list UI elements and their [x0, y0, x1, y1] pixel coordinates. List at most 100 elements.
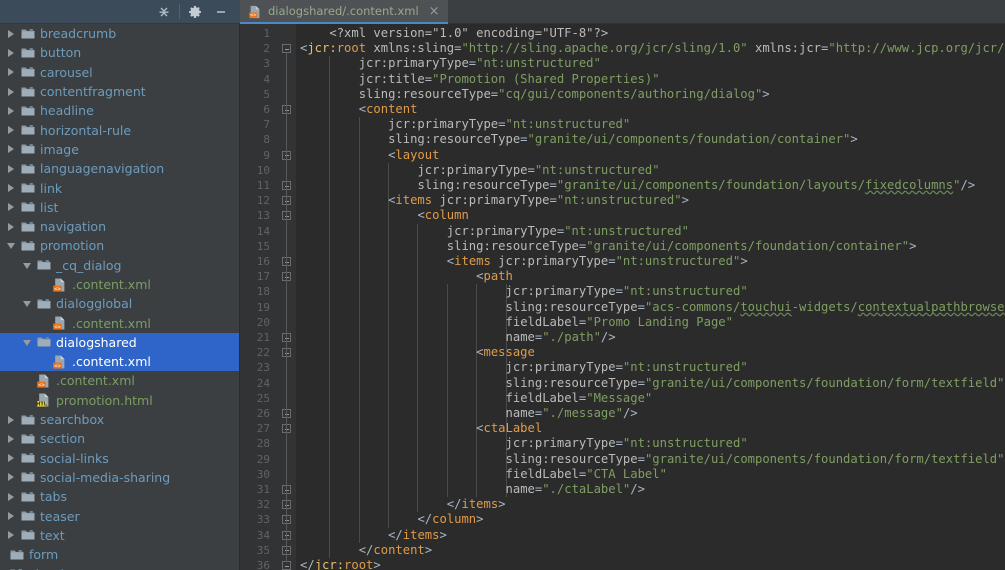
tree-folder-row[interactable]: navigation: [0, 217, 239, 236]
tree-file-row[interactable]: <> .content.xml: [0, 352, 239, 372]
editor-tab-dialogshared-content-xml[interactable]: <> dialogshared/.content.xml ×: [240, 0, 448, 24]
code-fold-toggle[interactable]: [282, 254, 293, 269]
chevron-right-icon[interactable]: [6, 414, 17, 425]
chevron-right-icon[interactable]: [6, 183, 17, 194]
code-fold-toggle[interactable]: [282, 345, 293, 360]
code-line[interactable]: sling:resourceType="acs-commons/touchui-…: [506, 300, 1005, 315]
tree-folder-row[interactable]: contentfragment: [0, 82, 239, 101]
tree-file-row[interactable]: <> .content.xml: [0, 275, 239, 294]
code-fold-toggle[interactable]: [282, 208, 293, 223]
tree-folder-row[interactable]: section: [0, 429, 239, 448]
chevron-right-icon[interactable]: [6, 472, 17, 483]
code-fold-toggle[interactable]: [282, 269, 293, 284]
code-line[interactable]: jcr:primaryType="nt:unstructured": [388, 117, 630, 132]
chevron-right-icon[interactable]: [6, 453, 17, 464]
editor-gutter[interactable]: 1 2 3 4 5 6 7 8 9 10 11 12 13 14 15 16 17 18 19 20 21 22 23 24 2…: [240, 24, 296, 570]
tree-folder-row[interactable]: form: [0, 545, 239, 564]
chevron-right-icon[interactable]: [6, 67, 17, 78]
code-line[interactable]: </content>: [359, 543, 432, 558]
tree-folder-row[interactable]: tabs: [0, 487, 239, 506]
code-editor[interactable]: 1 2 3 4 5 6 7 8 9 10 11 12 13 14 15 16 17 18 19 20 21 22 23 24 2…: [240, 24, 1005, 570]
tree-file-row[interactable]: <> .content.xml: [0, 371, 239, 390]
code-line[interactable]: fieldLabel="Promo Landing Page": [506, 315, 733, 330]
tree-folder-row[interactable]: promotion: [0, 236, 239, 255]
chevron-down-icon[interactable]: [22, 260, 33, 271]
code-fold-toggle[interactable]: [282, 512, 293, 527]
chevron-right-icon[interactable]: [6, 491, 17, 502]
code-line[interactable]: sling:resourceType="granite/ui/component…: [447, 239, 917, 254]
tree-folder-row[interactable]: social-links: [0, 449, 239, 468]
chevron-down-icon[interactable]: [22, 298, 33, 309]
tree-file-row[interactable]: HTL promotion.html: [0, 391, 239, 410]
tree-folder-row[interactable]: social-media-sharing: [0, 468, 239, 487]
tree-folder-row[interactable]: dialogshared: [0, 332, 239, 353]
code-line[interactable]: </items>: [447, 497, 506, 512]
chevron-right-icon[interactable]: [6, 47, 17, 58]
code-line[interactable]: sling:resourceType="granite/ui/component…: [506, 452, 1005, 467]
chevron-right-icon[interactable]: [6, 221, 17, 232]
code-fold-toggle[interactable]: [282, 193, 293, 208]
code-line[interactable]: </items>: [388, 528, 447, 543]
code-fold-toggle[interactable]: [282, 178, 293, 193]
code-line[interactable]: name="./message"/>: [506, 406, 638, 421]
code-fold-toggle[interactable]: [282, 406, 293, 421]
code-line[interactable]: <layout: [388, 148, 439, 163]
editor-code-area[interactable]: <?xml version="1.0" encoding="UTF-8"?> <j…: [296, 24, 1005, 570]
code-line[interactable]: sling:resourceType="granite/ui/component…: [417, 178, 975, 193]
chevron-right-icon[interactable]: [6, 86, 17, 97]
tree-folder-row[interactable]: carousel: [0, 63, 239, 82]
tree-folder-row[interactable]: teaser: [0, 506, 239, 525]
code-line[interactable]: <jcr:root xmlns:sling="http://sling.apac…: [300, 41, 1005, 56]
tree-folder-row[interactable]: structure: [0, 564, 239, 570]
code-line[interactable]: </jcr:root>: [300, 558, 381, 570]
code-fold-toggle[interactable]: [282, 102, 293, 117]
code-line[interactable]: <content: [359, 102, 418, 117]
chevron-right-icon[interactable]: [6, 530, 17, 541]
chevron-down-icon[interactable]: [6, 240, 17, 251]
collapse-all-button[interactable]: [151, 1, 177, 23]
tree-folder-row[interactable]: breadcrumb: [0, 24, 239, 43]
tree-folder-row[interactable]: _cq_dialog: [0, 256, 239, 275]
chevron-right-icon[interactable]: [6, 28, 17, 39]
code-fold-toggle[interactable]: [282, 497, 293, 512]
chevron-right-icon[interactable]: [6, 125, 17, 136]
tree-folder-row[interactable]: link: [0, 178, 239, 197]
code-line[interactable]: name="./path"/>: [506, 330, 616, 345]
code-line[interactable]: <items jcr:primaryType="nt:unstructured"…: [388, 193, 689, 208]
code-fold-toggle[interactable]: [282, 543, 293, 558]
code-line[interactable]: <ctaLabel: [476, 421, 542, 436]
code-line[interactable]: jcr:primaryType="nt:unstructured": [506, 436, 748, 451]
tree-folder-row[interactable]: list: [0, 198, 239, 217]
tree-folder-row[interactable]: searchbox: [0, 410, 239, 429]
tree-folder-row[interactable]: dialogglobal: [0, 294, 239, 313]
code-line[interactable]: sling:resourceType="granite/ui/component…: [388, 132, 858, 147]
code-line[interactable]: fieldLabel="CTA Label": [506, 467, 667, 482]
hide-toolwindow-button[interactable]: [208, 1, 234, 23]
chevron-right-icon[interactable]: [6, 163, 17, 174]
code-fold-toggle[interactable]: [282, 330, 293, 345]
close-icon[interactable]: ×: [429, 5, 440, 18]
code-line[interactable]: <message: [476, 345, 535, 360]
tree-folder-row[interactable]: button: [0, 43, 239, 62]
code-line[interactable]: sling:resourceType="granite/ui/component…: [506, 376, 1005, 391]
code-line[interactable]: jcr:primaryType="nt:unstructured": [506, 284, 748, 299]
project-tree[interactable]: breadcrumb button carousel contentfragment h…: [0, 24, 240, 570]
code-line[interactable]: jcr:primaryType="nt:unstructured": [447, 224, 689, 239]
code-fold-toggle[interactable]: [282, 41, 293, 56]
chevron-right-icon[interactable]: [6, 511, 17, 522]
tree-folder-row[interactable]: horizontal-rule: [0, 120, 239, 139]
code-line[interactable]: sling:resourceType="cq/gui/components/au…: [359, 87, 770, 102]
code-line[interactable]: name="./ctaLabel"/>: [506, 482, 645, 497]
chevron-right-icon[interactable]: [6, 202, 17, 213]
code-fold-toggle[interactable]: [282, 558, 293, 570]
code-fold-toggle[interactable]: [282, 528, 293, 543]
code-line[interactable]: jcr:primaryType="nt:unstructured": [506, 360, 748, 375]
code-line[interactable]: jcr:primaryType="nt:unstructured": [359, 56, 601, 71]
chevron-right-icon[interactable]: [6, 144, 17, 155]
code-line[interactable]: <path: [476, 269, 513, 284]
code-line[interactable]: <items jcr:primaryType="nt:unstructured"…: [447, 254, 748, 269]
chevron-right-icon[interactable]: [6, 105, 17, 116]
tree-folder-row[interactable]: text: [0, 526, 239, 545]
chevron-right-icon[interactable]: [6, 433, 17, 444]
code-line[interactable]: <?xml version="1.0" encoding="UTF-8"?>: [329, 26, 608, 41]
